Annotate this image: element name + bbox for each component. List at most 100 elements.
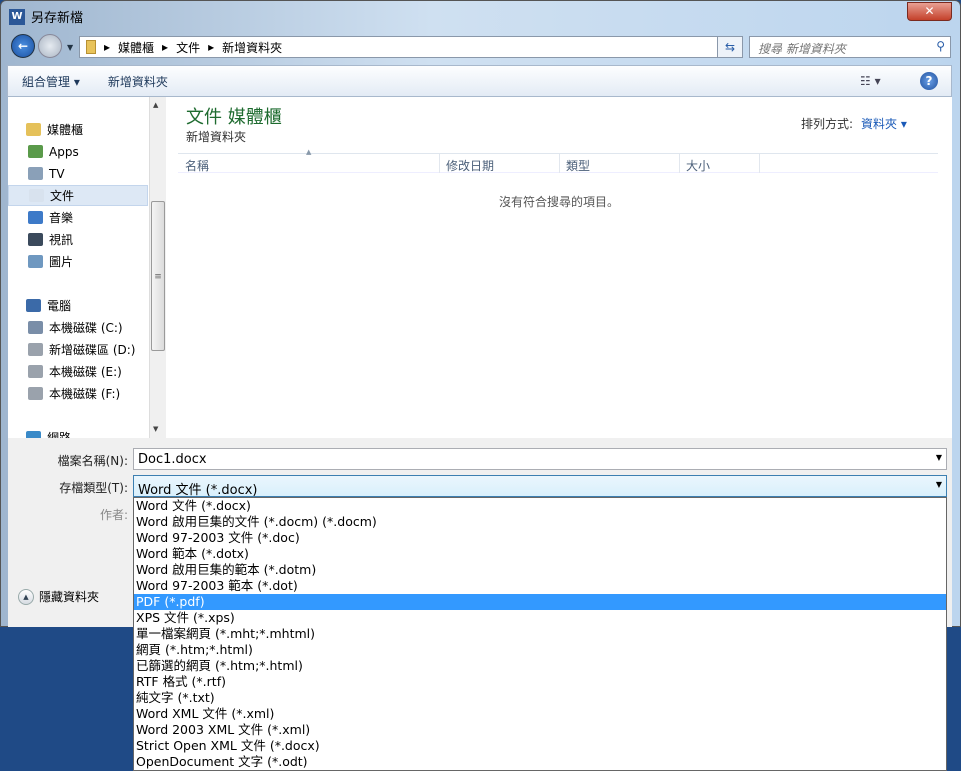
breadcrumb-item[interactable]: 新增資料夾 [222, 39, 282, 56]
sidebar-item-label: 媒體櫃 [47, 123, 84, 137]
sidebar-item-icon [28, 321, 43, 334]
save-type-option[interactable]: PDF (*.pdf) [134, 594, 946, 610]
forward-button[interactable] [38, 34, 62, 58]
library-subtitle: 新增資料夾 [186, 130, 247, 144]
save-type-option[interactable]: Word 範本 (*.dotx) [134, 546, 946, 562]
column-divider[interactable] [559, 154, 560, 173]
sidebar-item[interactable]: 網路 [8, 427, 148, 438]
scroll-down-arrow[interactable]: ▼ [153, 425, 158, 433]
column-size[interactable]: 大小 [686, 157, 710, 174]
save-type-option[interactable]: Strict Open XML 文件 (*.docx) [134, 738, 946, 754]
help-icon[interactable]: ? [920, 72, 938, 90]
back-button[interactable]: ← [11, 34, 35, 58]
close-button[interactable]: ✕ [907, 2, 952, 21]
save-type-option[interactable]: RTF 格式 (*.rtf) [134, 674, 946, 690]
empty-message: 沒有符合搜尋的項目。 [498, 195, 619, 209]
column-name[interactable]: 名稱 [185, 157, 209, 174]
save-type-option[interactable]: Word 2003 XML 文件 (*.xml) [134, 722, 946, 738]
sidebar-item-icon [29, 189, 44, 202]
sidebar-item-icon [28, 167, 43, 180]
search-icon[interactable]: ⚲ [936, 39, 945, 53]
save-type-label: 存檔類型(T): [59, 481, 128, 495]
sidebar-item-label: 文件 [50, 189, 75, 203]
save-type-option[interactable]: OpenDocument 文字 (*.odt) [134, 754, 946, 770]
sidebar-item-icon [26, 299, 41, 312]
file-list-pane: 文件 媒體櫃 新增資料夾 排列方式: 資料夾 ▾ ▲ 名稱 修改日期 類型 大小 … [166, 97, 952, 438]
address-bar[interactable]: ▸ 媒體櫃 ▸ 文件 ▸ 新增資料夾 ▼ [79, 36, 743, 58]
breadcrumb-item[interactable]: 文件 [176, 39, 200, 56]
save-type-option[interactable]: Word 97-2003 範本 (*.dot) [134, 578, 946, 594]
sidebar-item-icon [28, 145, 43, 158]
sidebar-item[interactable]: 文件 [8, 185, 148, 206]
sidebar-item[interactable]: 本機磁碟 (C:) [8, 317, 148, 338]
hide-folders-label: 隱藏資料夾 [39, 590, 100, 604]
sidebar-item-icon [28, 233, 43, 246]
sidebar-item[interactable]: 本機磁碟 (E:) [8, 361, 148, 382]
save-type-option[interactable]: Word 啟用巨集的範本 (*.dotm) [134, 562, 946, 578]
new-folder-button[interactable]: 新增資料夾 [94, 73, 182, 90]
sidebar-item-label: 本機磁碟 (F:) [49, 387, 121, 401]
organize-button[interactable]: 組合管理 ▾ [8, 73, 94, 90]
sidebar-item-icon [28, 387, 43, 400]
sidebar-item[interactable]: Apps [8, 141, 148, 162]
sidebar-item-label: Apps [49, 144, 79, 159]
sidebar-item-label: 音樂 [49, 211, 74, 225]
title-bar: W 另存新檔 [9, 7, 83, 26]
chevron-icon: ▸ [208, 40, 215, 54]
filename-input[interactable]: Doc1.docx ▼ [133, 448, 947, 470]
refresh-button[interactable]: ⇆ [717, 36, 743, 58]
sidebar-scrollbar[interactable]: ▲ ≡ ▼ [149, 97, 166, 438]
save-type-option[interactable]: Word 啟用巨集的文件 (*.docm) (*.docm) [134, 514, 946, 530]
column-divider[interactable] [439, 154, 440, 173]
arrange-by-dropdown[interactable]: 資料夾 ▾ [861, 117, 907, 131]
save-type-option[interactable]: 單一檔案網頁 (*.mht;*.mhtml) [134, 626, 946, 642]
column-date[interactable]: 修改日期 [446, 157, 494, 174]
sidebar-item-label: 圖片 [49, 255, 74, 269]
filename-value: Doc1.docx [138, 452, 207, 467]
save-type-option[interactable]: XPS 文件 (*.xps) [134, 610, 946, 626]
save-type-value: Word 文件 (*.docx) [138, 483, 258, 498]
toolbar: 組合管理 ▾ 新增資料夾 ☷ ▾ ? [7, 65, 952, 97]
column-divider[interactable] [679, 154, 680, 173]
save-type-option[interactable]: Word 文件 (*.docx) [134, 498, 946, 514]
breadcrumb-item[interactable]: 媒體櫃 [118, 39, 154, 56]
save-type-option[interactable]: 網頁 (*.htm;*.html) [134, 642, 946, 658]
save-type-dropdown-list[interactable]: Word 文件 (*.docx) Word 啟用巨集的文件 (*.docm) (*… [133, 497, 947, 771]
sidebar-item-label: TV [49, 166, 65, 181]
sidebar-item-icon [28, 343, 43, 356]
sidebar-item-label: 本機磁碟 (C:) [49, 321, 123, 335]
hide-folders-button[interactable]: ▲ 隱藏資料夾 [18, 588, 99, 605]
sidebar-item[interactable]: 本機磁碟 (F:) [8, 383, 148, 404]
sidebar-item-icon [28, 365, 43, 378]
chevron-down-icon[interactable]: ▼ [936, 453, 942, 462]
save-type-option[interactable]: Word XML 文件 (*.xml) [134, 706, 946, 722]
save-type-option[interactable]: Word 97-2003 文件 (*.doc) [134, 530, 946, 546]
view-options-icon[interactable]: ☷ ▾ [860, 74, 881, 88]
chevron-icon: ▸ [162, 40, 169, 54]
sidebar-item[interactable]: 視訊 [8, 229, 148, 250]
library-title: 文件 媒體櫃 [186, 107, 282, 128]
arrange-by-label: 排列方式: [801, 117, 854, 131]
chevron-icon: ▸ [104, 40, 111, 54]
chevron-down-icon[interactable]: ▼ [936, 480, 942, 489]
sidebar-item[interactable]: 電腦 [8, 295, 148, 316]
recent-pages-dropdown[interactable]: ▼ [67, 43, 73, 52]
sidebar-item-icon [26, 431, 41, 438]
sidebar-item[interactable]: 圖片 [8, 251, 148, 272]
column-divider[interactable] [759, 154, 760, 173]
sidebar-item-icon [28, 255, 43, 268]
scroll-up-arrow[interactable]: ▲ [153, 101, 158, 109]
save-type-select[interactable]: Word 文件 (*.docx) ▼ [133, 475, 947, 498]
column-type[interactable]: 類型 [566, 157, 590, 174]
save-type-option[interactable]: 已篩選的網頁 (*.htm;*.html) [134, 658, 946, 674]
sidebar-item[interactable]: 媒體櫃 [8, 119, 148, 140]
author-label: 作者: [99, 508, 128, 522]
arrange-by: 排列方式: 資料夾 ▾ [801, 115, 907, 132]
sidebar-item-label: 本機磁碟 (E:) [49, 365, 122, 379]
sidebar-item[interactable]: 音樂 [8, 207, 148, 228]
save-type-option[interactable]: 純文字 (*.txt) [134, 690, 946, 706]
sidebar-item[interactable]: 新增磁碟區 (D:) [8, 339, 148, 360]
search-input[interactable]: 搜尋 新增資料夾 ⚲ [749, 36, 951, 58]
sidebar-item[interactable]: TV [8, 163, 148, 184]
scrollbar-thumb[interactable]: ≡ [151, 201, 165, 351]
